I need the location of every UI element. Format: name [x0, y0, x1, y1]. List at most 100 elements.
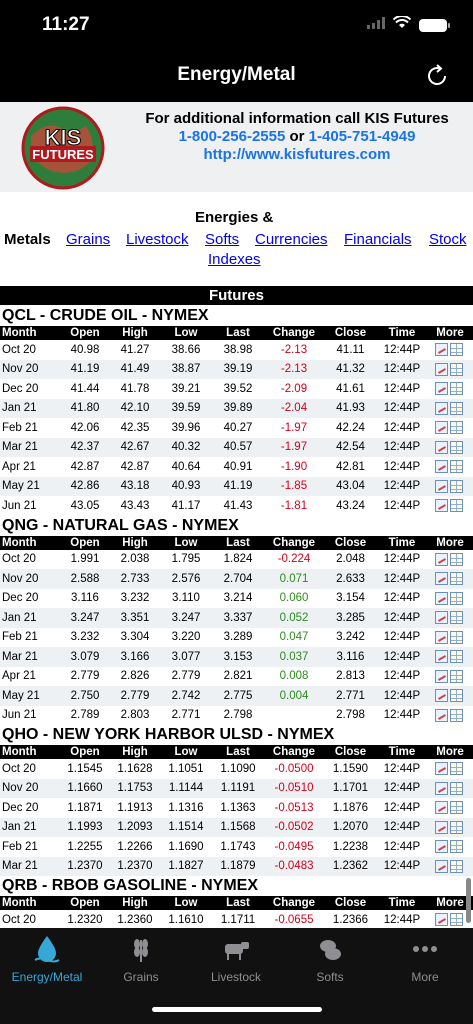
table-row[interactable]: Feb 21 42.06 42.35 39.96 40.27 -1.97 42.24 12:4… [0, 418, 473, 438]
table-row[interactable]: Nov 20 2.588 2.733 2.576 2.704 0.071 2.633 12:4… [0, 569, 473, 589]
website-link[interactable]: http://www.kisfutures.com [132, 146, 462, 164]
table-icon[interactable] [450, 611, 463, 625]
chart-icon[interactable] [435, 859, 448, 873]
table-row[interactable]: Jan 21 3.247 3.351 3.247 3.337 0.052 3.285 12:4… [0, 608, 473, 628]
table-row[interactable]: Mar 21 3.079 3.166 3.077 3.153 0.037 3.116 12:4… [0, 647, 473, 667]
table-row[interactable]: Oct 20 40.98 41.27 38.66 38.98 -2.13 41.11 12:4… [0, 340, 473, 360]
tab-grains[interactable]: Grains [94, 928, 188, 998]
chart-icon[interactable] [435, 440, 448, 454]
table-icon[interactable] [450, 689, 463, 703]
chart-icon[interactable] [435, 552, 448, 566]
tab-livestock[interactable]: Livestock [189, 928, 283, 998]
table-icon[interactable] [450, 669, 463, 683]
chart-icon[interactable] [435, 840, 448, 854]
table-row[interactable]: Oct 20 1.1545 1.1628 1.1051 1.1090 -0.0500 1.1… [0, 759, 473, 779]
chart-icon[interactable] [435, 362, 448, 376]
chart-icon[interactable] [435, 913, 448, 927]
chart-icon[interactable] [435, 762, 448, 776]
table-icon[interactable] [450, 630, 463, 644]
table-icon[interactable] [450, 801, 463, 815]
chart-icon[interactable] [435, 708, 448, 722]
chart-icon[interactable] [435, 499, 448, 513]
chart-icon[interactable] [435, 630, 448, 644]
table-icon[interactable] [450, 840, 463, 854]
scrollbar[interactable] [466, 878, 471, 923]
chart-icon[interactable] [435, 591, 448, 605]
chart-icon[interactable] [435, 669, 448, 683]
table-icon[interactable] [450, 343, 463, 357]
web-content[interactable]: KIS FUTURES For additional information c… [0, 102, 473, 928]
chart-icon[interactable] [435, 382, 448, 396]
table-row[interactable]: Dec 20 3.116 3.232 3.110 3.214 0.060 3.154 12:4… [0, 589, 473, 609]
chart-icon[interactable] [435, 611, 448, 625]
chart-icon[interactable] [435, 479, 448, 493]
table-row[interactable]: Nov 20 1.1660 1.1753 1.1144 1.1191 -0.0510 1.1… [0, 778, 473, 798]
chart-icon[interactable] [435, 401, 448, 415]
category-indexes[interactable]: Indexes [208, 251, 261, 268]
table-row[interactable]: Apr 21 2.779 2.826 2.779 2.821 0.008 2.813 12:4… [0, 667, 473, 687]
table-icon[interactable] [450, 382, 463, 396]
table-icon[interactable] [450, 859, 463, 873]
table-icon[interactable] [450, 401, 463, 415]
table-row[interactable]: Dec 20 1.1871 1.1913 1.1316 1.1363 -0.0513 1.1… [0, 798, 473, 818]
table-icon[interactable] [450, 650, 463, 664]
tab-more[interactable]: More [378, 928, 472, 998]
table-row[interactable]: Mar 21 42.37 42.67 40.32 40.57 -1.97 42.54 12:4… [0, 437, 473, 457]
table-row[interactable]: Mar 21 1.2370 1.2370 1.1827 1.1879 -0.0483 1.2… [0, 856, 473, 876]
table-row[interactable]: Oct 20 1.2320 1.2360 1.1610 1.1711 -0.0655 1.2… [0, 910, 473, 928]
category-metals[interactable]: Metals [4, 231, 51, 248]
category-currencies[interactable]: Currencies [255, 231, 328, 248]
table-icon[interactable] [450, 913, 463, 927]
chart-icon[interactable] [435, 801, 448, 815]
table-icon[interactable] [450, 781, 463, 795]
category-grains[interactable]: Grains [66, 231, 110, 248]
chart-icon[interactable] [435, 421, 448, 435]
table-icon[interactable] [450, 820, 463, 834]
table-row[interactable]: Jun 21 43.05 43.43 41.17 41.43 -1.81 43.24 12:4… [0, 496, 473, 516]
chart-icon[interactable] [435, 689, 448, 703]
table-icon[interactable] [450, 421, 463, 435]
phone-link-1[interactable]: 1-800-256-2555 [179, 128, 286, 145]
phone-link-2[interactable]: 1-405-751-4949 [309, 128, 416, 145]
table-row[interactable]: Jan 21 41.80 42.10 39.59 39.89 -2.04 41.93 12:4… [0, 398, 473, 418]
table-icon[interactable] [450, 440, 463, 454]
table-icon[interactable] [450, 552, 463, 566]
table-row[interactable]: Oct 20 1.991 2.038 1.795 1.824 -0.224 2.048 12:… [0, 550, 473, 570]
table-icon[interactable] [450, 479, 463, 493]
table-row[interactable]: May 21 42.86 43.18 40.93 41.19 -1.85 43.04 12:4… [0, 476, 473, 496]
table-icon[interactable] [450, 708, 463, 722]
table-row[interactable]: Dec 20 41.44 41.78 39.21 39.52 -2.09 41.61 12:4… [0, 379, 473, 399]
table-icon[interactable] [450, 362, 463, 376]
refresh-button[interactable] [423, 62, 451, 90]
chart-icon[interactable] [435, 572, 448, 586]
table-icon[interactable] [450, 762, 463, 776]
tab-softs[interactable]: Softs [283, 928, 377, 998]
category-livestock[interactable]: Livestock [126, 231, 189, 248]
chart-icon[interactable] [435, 343, 448, 357]
tab-energy-metal[interactable]: Energy/Metal [0, 928, 94, 998]
chart-icon[interactable] [435, 781, 448, 795]
chart-icon[interactable] [435, 460, 448, 474]
category-financials[interactable]: Financials [344, 231, 412, 248]
more-cell [427, 686, 473, 706]
chart-icon[interactable] [435, 820, 448, 834]
kis-futures-logo[interactable]: KIS FUTURES [16, 106, 110, 190]
table-icon[interactable] [450, 591, 463, 605]
table-row[interactable]: Feb 21 1.2255 1.2266 1.1690 1.1743 -0.0495 1.2… [0, 837, 473, 857]
category-energies-line1[interactable]: Energies & [195, 209, 273, 226]
chart-icon[interactable] [435, 650, 448, 664]
table-icon[interactable] [450, 460, 463, 474]
table-cell: 1.2366 [332, 913, 369, 926]
table-row[interactable]: Nov 20 41.19 41.49 38.87 39.19 -2.13 41.32 12:4… [0, 359, 473, 379]
quote-table: Month Open High Low Last Change Close Time More O… [0, 535, 473, 726]
table-icon[interactable] [450, 572, 463, 586]
table-row[interactable]: Jun 21 2.789 2.803 2.771 2.798 2.798 12:44P [0, 706, 473, 726]
table-row[interactable]: Feb 21 3.232 3.304 3.220 3.289 0.047 3.242 12:4… [0, 628, 473, 648]
column-header: Last [212, 535, 264, 550]
table-row[interactable]: Apr 21 42.87 42.87 40.64 40.91 -1.90 42.81 12:4… [0, 457, 473, 477]
category-stock[interactable]: Stock [429, 231, 467, 248]
table-icon[interactable] [450, 499, 463, 513]
table-row[interactable]: May 21 2.750 2.779 2.742 2.775 0.004 2.771 12:4… [0, 686, 473, 706]
category-softs[interactable]: Softs [205, 231, 239, 248]
table-row[interactable]: Jan 21 1.1993 1.2093 1.1514 1.1568 -0.0502 1.2… [0, 817, 473, 837]
